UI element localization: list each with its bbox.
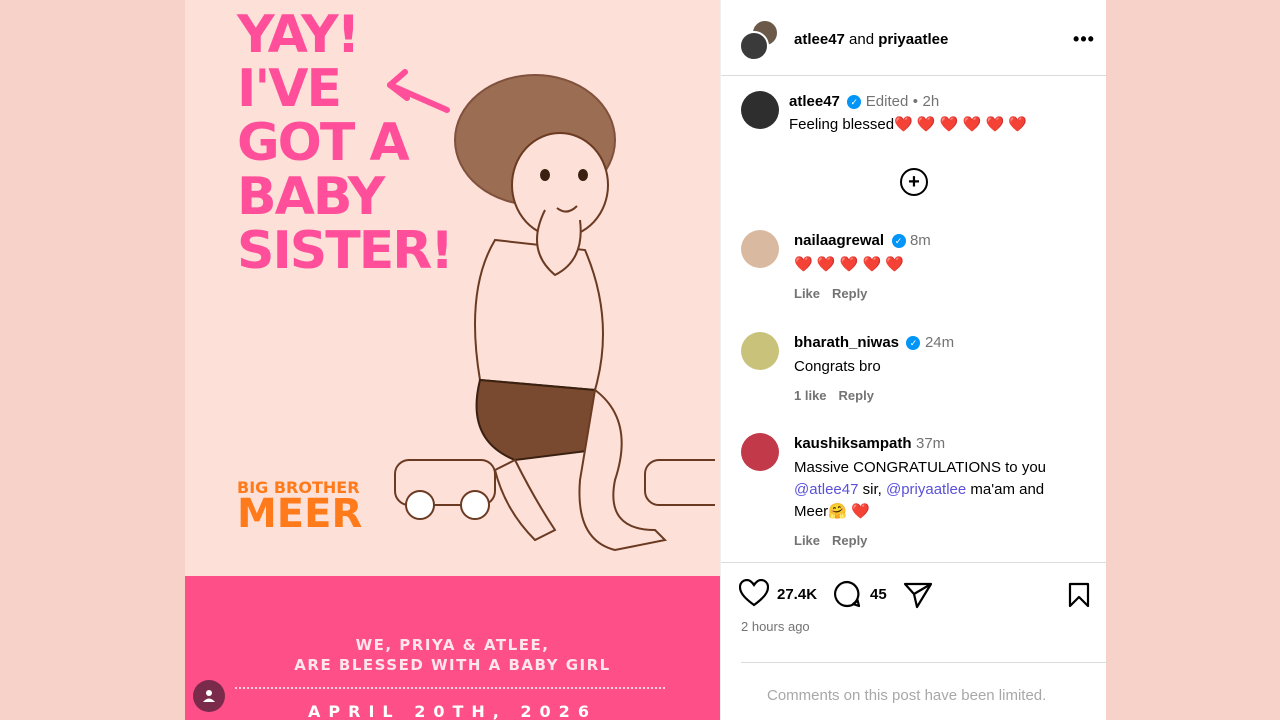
- announcement-date: APRIL 20TH, 2026: [308, 702, 597, 720]
- comment-actions: 1 like Reply: [794, 388, 886, 403]
- caption-header: atlee47 ✓ Edited • 2h: [789, 93, 939, 111]
- more-options-button[interactable]: •••: [1072, 27, 1096, 51]
- verified-badge-icon: ✓: [891, 233, 906, 248]
- post-authors: atlee47 and priyaatlee: [794, 31, 948, 48]
- heart-icon[interactable]: [739, 579, 769, 607]
- post-timestamp[interactable]: 2 hours ago: [741, 619, 810, 634]
- reply-button[interactable]: Reply: [832, 533, 867, 548]
- comment-header: nailaagrewal ✓ 8m: [794, 232, 931, 250]
- mention-link[interactable]: @priyaatlee: [886, 481, 966, 498]
- authors-joiner: and: [849, 31, 875, 48]
- post-header: atlee47 and priyaatlee •••: [721, 0, 1106, 76]
- comment-time[interactable]: 37m: [916, 435, 945, 452]
- load-more-comments-button[interactable]: +: [900, 168, 928, 196]
- avatar[interactable]: [739, 31, 769, 61]
- verified-badge-icon: ✓: [906, 335, 921, 350]
- comment-text-part: Meer🤗 ❤️: [794, 503, 870, 520]
- avatar[interactable]: [741, 433, 779, 471]
- like-comment-button[interactable]: Like: [794, 286, 820, 301]
- comment-text-part: ma'am and: [966, 481, 1045, 498]
- avatar[interactable]: [741, 230, 779, 268]
- announcement-band: WE, PRIYA & ATLEE, ARE BLESSED WITH A BA…: [185, 576, 720, 720]
- author-username[interactable]: atlee47: [794, 31, 845, 48]
- caption-text: Feeling blessed❤️ ❤️ ❤️ ❤️ ❤️ ❤️: [789, 115, 1027, 133]
- post-image[interactable]: YAY! I'VE GOT A BABY SISTER! BIG BROTHER…: [185, 0, 720, 720]
- comment-username[interactable]: bharath_niwas: [794, 334, 899, 351]
- author-username[interactable]: priyaatlee: [878, 31, 948, 48]
- comments-limited-notice: Comments on this post have been limited.: [741, 662, 1107, 720]
- meer-label: MEER: [237, 491, 363, 537]
- headline-line: YAY!: [237, 5, 360, 65]
- comment-text-part: sir,: [858, 481, 886, 498]
- comment-username[interactable]: nailaagrewal: [794, 232, 884, 249]
- comment-header: kaushiksampath 37m: [794, 435, 945, 453]
- comments-limited-text: Comments on this post have been limited.: [767, 687, 1047, 704]
- comment-time[interactable]: 8m: [910, 232, 931, 249]
- more-horizontal-icon: •••: [1073, 28, 1095, 49]
- comment-text: Massive CONGRATULATIONS to you @atlee47 …: [794, 457, 1094, 523]
- comment-header: bharath_niwas ✓ 24m: [794, 334, 954, 352]
- share-icon[interactable]: [903, 581, 933, 609]
- verified-badge-icon: ✓: [847, 94, 862, 109]
- bookmark-icon[interactable]: [1067, 582, 1091, 608]
- comment-text: Congrats bro: [794, 358, 881, 375]
- child-sketch-illustration: [387, 69, 715, 552]
- comment-time[interactable]: 24m: [925, 334, 954, 351]
- reply-button[interactable]: Reply: [839, 388, 874, 403]
- comment-text: ❤️ ❤️ ❤️ ❤️ ❤️: [794, 256, 905, 273]
- caption-hearts: ❤️ ❤️ ❤️ ❤️ ❤️ ❤️: [894, 116, 1027, 133]
- announcement-line-2: ARE BLESSED WITH A BABY GIRL: [294, 656, 611, 674]
- mention-link[interactable]: @atlee47: [794, 481, 858, 498]
- caption-username[interactable]: atlee47: [789, 93, 840, 110]
- comment-actions: Like Reply: [794, 286, 879, 301]
- post-sidebar: atlee47 and priyaatlee ••• atlee47 ✓ Edi…: [720, 0, 1107, 720]
- comment-username[interactable]: kaushiksampath: [794, 435, 912, 452]
- caption-body: Feeling blessed: [789, 116, 895, 133]
- comment-icon[interactable]: [833, 580, 861, 608]
- user-icon: [203, 690, 215, 702]
- caption-time[interactable]: 2h: [923, 93, 940, 110]
- like-comment-button[interactable]: Like: [794, 533, 820, 548]
- comment-text-part: Massive CONGRATULATIONS to you: [794, 459, 1046, 476]
- tagged-users-button[interactable]: [193, 680, 225, 712]
- avatar[interactable]: [741, 91, 779, 129]
- like-count[interactable]: 27.4K: [777, 586, 817, 603]
- comment-count[interactable]: 45: [870, 586, 887, 603]
- post-actions: 27.4K 45 2 hours ago: [721, 562, 1107, 672]
- edited-label: Edited: [865, 93, 909, 110]
- avatar[interactable]: [741, 332, 779, 370]
- like-count-link[interactable]: 1 like: [794, 388, 827, 403]
- plus-circle-icon: +: [908, 171, 920, 193]
- comment-actions: Like Reply: [794, 533, 879, 548]
- announcement-line-1: WE, PRIYA & ATLEE,: [355, 636, 550, 654]
- arrow-icon: [387, 69, 450, 113]
- dotted-divider: [235, 687, 665, 689]
- reply-button[interactable]: Reply: [832, 286, 867, 301]
- separator: •: [912, 93, 919, 110]
